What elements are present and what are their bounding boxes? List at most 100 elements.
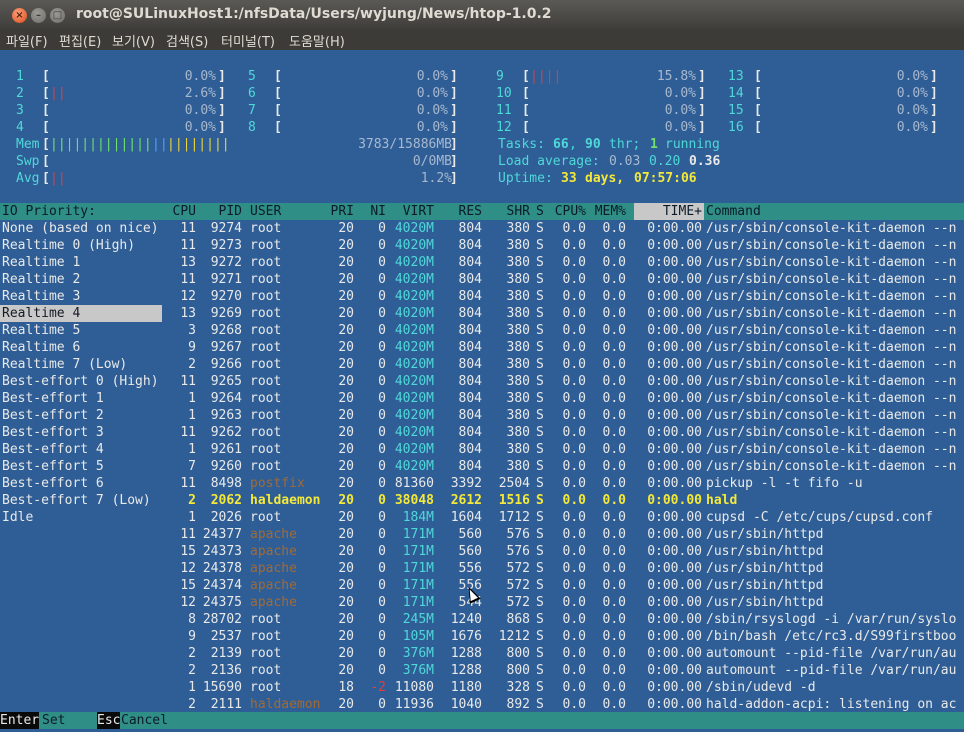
column-header-time[interactable]: TIME+ (636, 203, 702, 220)
process-virt: 171M (402, 544, 434, 559)
threads-label: thr; (609, 137, 641, 152)
process-memp: 0.0 (602, 697, 626, 712)
esc-key[interactable]: Esc (97, 712, 121, 729)
process-cpup: 0.0 (562, 612, 586, 627)
process-row[interactable]: 9 2537 root 20 0 105M 1676 1212 S 0.0 0.0 0:00.00/b… (0, 628, 964, 645)
menu-search[interactable]: 검색(S) (166, 31, 208, 50)
process-shr: 380 (506, 289, 530, 304)
menu-edit[interactable]: 편집(E) (59, 31, 101, 50)
process-cpup: 0.0 (562, 323, 586, 338)
process-pid: 2026 (210, 510, 242, 525)
process-cpup: 0.0 (562, 374, 586, 389)
process-virt: 4020M (394, 255, 434, 270)
process-row[interactable]: 11 24377 apache 20 0 171M 560 576 S 0.0 0.0 0:00.00… (0, 526, 964, 543)
process-row[interactable]: 11 8498 postfix 20 0 81360 3392 2504 S 0.0 0.0 0:00… (0, 475, 964, 492)
process-row[interactable]: 11 9271 root 20 0 4020M 804 380 S 0.0 0.0 0:00.00/u… (0, 271, 964, 288)
column-header-pid[interactable]: PID (200, 203, 242, 220)
cpu-meter-open-bracket: [ (754, 69, 762, 84)
process-ni: 0 (378, 357, 386, 372)
process-shr: 380 (506, 357, 530, 372)
process-row[interactable]: 1 9264 root 20 0 4020M 804 380 S 0.0 0.0 0:00.00/us… (0, 390, 964, 407)
menu-view[interactable]: 보기(V) (112, 31, 155, 50)
process-row[interactable]: 12 24375 apache 20 0 171M 544 572 S 0.0 0.0 0:00.00… (0, 594, 964, 611)
process-row[interactable]: 1 2026 root 20 0 184M 1604 1712 S 0.0 0.0 0:00.00 cu… (0, 509, 964, 526)
minimize-icon[interactable]: – (31, 8, 46, 23)
maximize-icon[interactable]: □ (50, 8, 65, 23)
column-header-cpu[interactable]: CPU (170, 203, 196, 220)
process-row[interactable]: 1 15690 root 18 -2 11080 1180 328 S 0.0 0.0 0:00.00… (0, 679, 964, 696)
process-row[interactable]: 13 9272 root 20 0 4020M 804 380 S 0.0 0.0 0:00.00/u… (0, 254, 964, 271)
process-user: root (250, 306, 282, 321)
process-pid: 24373 (202, 544, 242, 559)
terminal-area[interactable]: 1[0.0%] 2[|| 2.6%] 3[0.0%] 4[0.0%] 5[0.0%] 6[0… (0, 50, 964, 732)
enter-key[interactable]: Enter (0, 712, 40, 729)
process-time: 0:00.00 (647, 374, 702, 389)
process-time: 0:00.00 (647, 357, 702, 372)
process-row[interactable]: 7 9260 root 20 0 4020M 804 380 S 0.0 0.0 0:00.00/us… (0, 458, 964, 475)
process-row[interactable]: 3 9268 root 20 0 4020M 804 380 S 0.0 0.0 0:00.00/us… (0, 322, 964, 339)
process-row[interactable]: 11 9274 root 20 0 4020M 804 380 S 0.0 0.0 0:00.00/u… (0, 220, 964, 237)
column-header-ni[interactable]: NI (356, 203, 386, 220)
process-pri: 20 (338, 459, 354, 474)
column-header-cpu[interactable]: CPU% (552, 203, 586, 220)
column-header-s[interactable]: S (536, 203, 546, 220)
process-row[interactable]: 2 9266 root 20 0 4020M 804 380 S 0.0 0.0 0:00.00/us… (0, 356, 964, 373)
process-res: 804 (458, 238, 482, 253)
process-s: S (536, 221, 544, 236)
process-memp: 0.0 (602, 527, 626, 542)
window-title: root@SULinuxHost1:/nfsData/Users/wyjung/… (76, 6, 552, 22)
process-res: 804 (458, 425, 482, 440)
column-header-virt[interactable]: VIRT (390, 203, 434, 220)
process-row[interactable]: 2 2136 root 20 0 376M 1288 800 S 0.0 0.0 0:00.00 aut… (0, 662, 964, 679)
column-header-user[interactable]: USER (250, 203, 320, 220)
process-time: 0:00.00 (647, 578, 702, 593)
process-ni: 0 (378, 255, 386, 270)
process-pid: 9273 (210, 238, 242, 253)
process-pid: 2537 (210, 629, 242, 644)
process-row[interactable]: 15 24373 apache 20 0 171M 560 576 S 0.0 0.0 0:00.00… (0, 543, 964, 560)
process-row[interactable]: 12 24378 apache 20 0 171M 556 572 S 0.0 0.0 0:00.00… (0, 560, 964, 577)
process-row[interactable]: 12 9270 root 20 0 4020M 804 380 S 0.0 0.0 0:00.00/u… (0, 288, 964, 305)
process-row[interactable]: 13 9269 root 20 0 4020M 804 380 S 0.0 0.0 0:00.00/u… (0, 305, 964, 322)
process-ni: 0 (378, 442, 386, 457)
process-pri: 20 (338, 357, 354, 372)
menu-terminal[interactable]: 터미널(T) (221, 31, 275, 50)
process-pri: 20 (338, 527, 354, 542)
column-header-command[interactable]: Command (706, 203, 956, 220)
process-pri: 20 (338, 391, 354, 406)
process-pid: 9272 (210, 255, 242, 270)
process-time: 0:00.00 (647, 238, 702, 253)
process-shr: 380 (506, 391, 530, 406)
process-res: 804 (458, 408, 482, 423)
column-header-shr[interactable]: SHR (490, 203, 530, 220)
process-s: S (536, 544, 544, 559)
close-icon[interactable]: × (12, 8, 27, 23)
column-header-mem[interactable]: MEM% (590, 203, 626, 220)
process-row[interactable]: 11 9262 root 20 0 4020M 804 380 S 0.0 0.0 0:00.00/u… (0, 424, 964, 441)
process-row[interactable]: 11 9265 root 20 0 4020M 804 380 S 0.0 0.0 0:00.00/u… (0, 373, 964, 390)
process-row[interactable]: 1 9261 root 20 0 4020M 804 380 S 0.0 0.0 0:00.00/us… (0, 441, 964, 458)
process-row[interactable]: 1 9263 root 20 0 4020M 804 380 S 0.0 0.0 0:00.00/us… (0, 407, 964, 424)
process-pri: 20 (338, 663, 354, 678)
process-virt: 4020M (394, 357, 434, 372)
process-res: 804 (458, 306, 482, 321)
process-row[interactable]: 2 2139 root 20 0 376M 1288 800 S 0.0 0.0 0:00.00 aut… (0, 645, 964, 662)
process-row[interactable]: 2 2111 haldaemon 20 0 11936 1040 892 S 0.0 0.0 0:00… (0, 696, 964, 713)
process-pri: 20 (338, 493, 354, 508)
process-row[interactable]: 15 24374 apache 20 0 171M 556 572 S 0.0 0.0 0:00.00… (0, 577, 964, 594)
process-cpu: 2 (188, 663, 196, 678)
cpu-meter-percent: 0.0% (896, 69, 928, 84)
process-cpup: 0.0 (562, 272, 586, 287)
process-row[interactable]: 11 9273 root 20 0 4020M 804 380 S 0.0 0.0 0:00.00/u… (0, 237, 964, 254)
menu-help[interactable]: 도움말(H) (289, 31, 345, 50)
process-cpu: 2 (188, 493, 196, 508)
process-shr: 1712 (498, 510, 530, 525)
process-row[interactable]: 2 2062 haldaemon 20 0 38048 2612 1516 S 0.0 0.0 0:0… (0, 492, 964, 509)
process-row[interactable]: 9 9267 root 20 0 4020M 804 380 S 0.0 0.0 0:00.00/us… (0, 339, 964, 356)
process-row[interactable]: 8 28702 root 20 0 245M 1240 868 S 0.0 0.0 0:00.00/s… (0, 611, 964, 628)
process-user: root (250, 459, 282, 474)
column-header-pri[interactable]: PRI (322, 203, 354, 220)
menu-file[interactable]: 파일(F) (6, 31, 48, 50)
process-cmd: /usr/sbin/console-kit-daemon --n (706, 459, 956, 474)
column-header-res[interactable]: RES (440, 203, 482, 220)
